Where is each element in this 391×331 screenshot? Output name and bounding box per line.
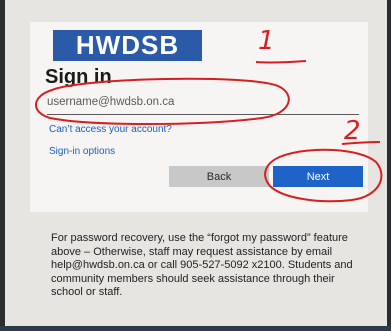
page-title: Sign in: [45, 66, 112, 88]
username-input[interactable]: [47, 90, 359, 115]
next-button[interactable]: Next: [273, 166, 363, 187]
back-button[interactable]: Back: [169, 166, 269, 187]
password-recovery-info: For password recovery, use the “forgot m…: [51, 232, 353, 298]
annotation-number-1: 1: [258, 26, 275, 56]
sign-in-options-link[interactable]: Sign-in options: [49, 146, 115, 157]
screen: HWDSB Sign in Can’t access your account?…: [5, 0, 387, 326]
cant-access-account-link[interactable]: Can’t access your account?: [49, 124, 172, 135]
hwdsb-logo: HWDSB: [53, 30, 202, 61]
annotation-number-2: 2: [344, 116, 361, 146]
bottom-edge: [0, 326, 391, 331]
